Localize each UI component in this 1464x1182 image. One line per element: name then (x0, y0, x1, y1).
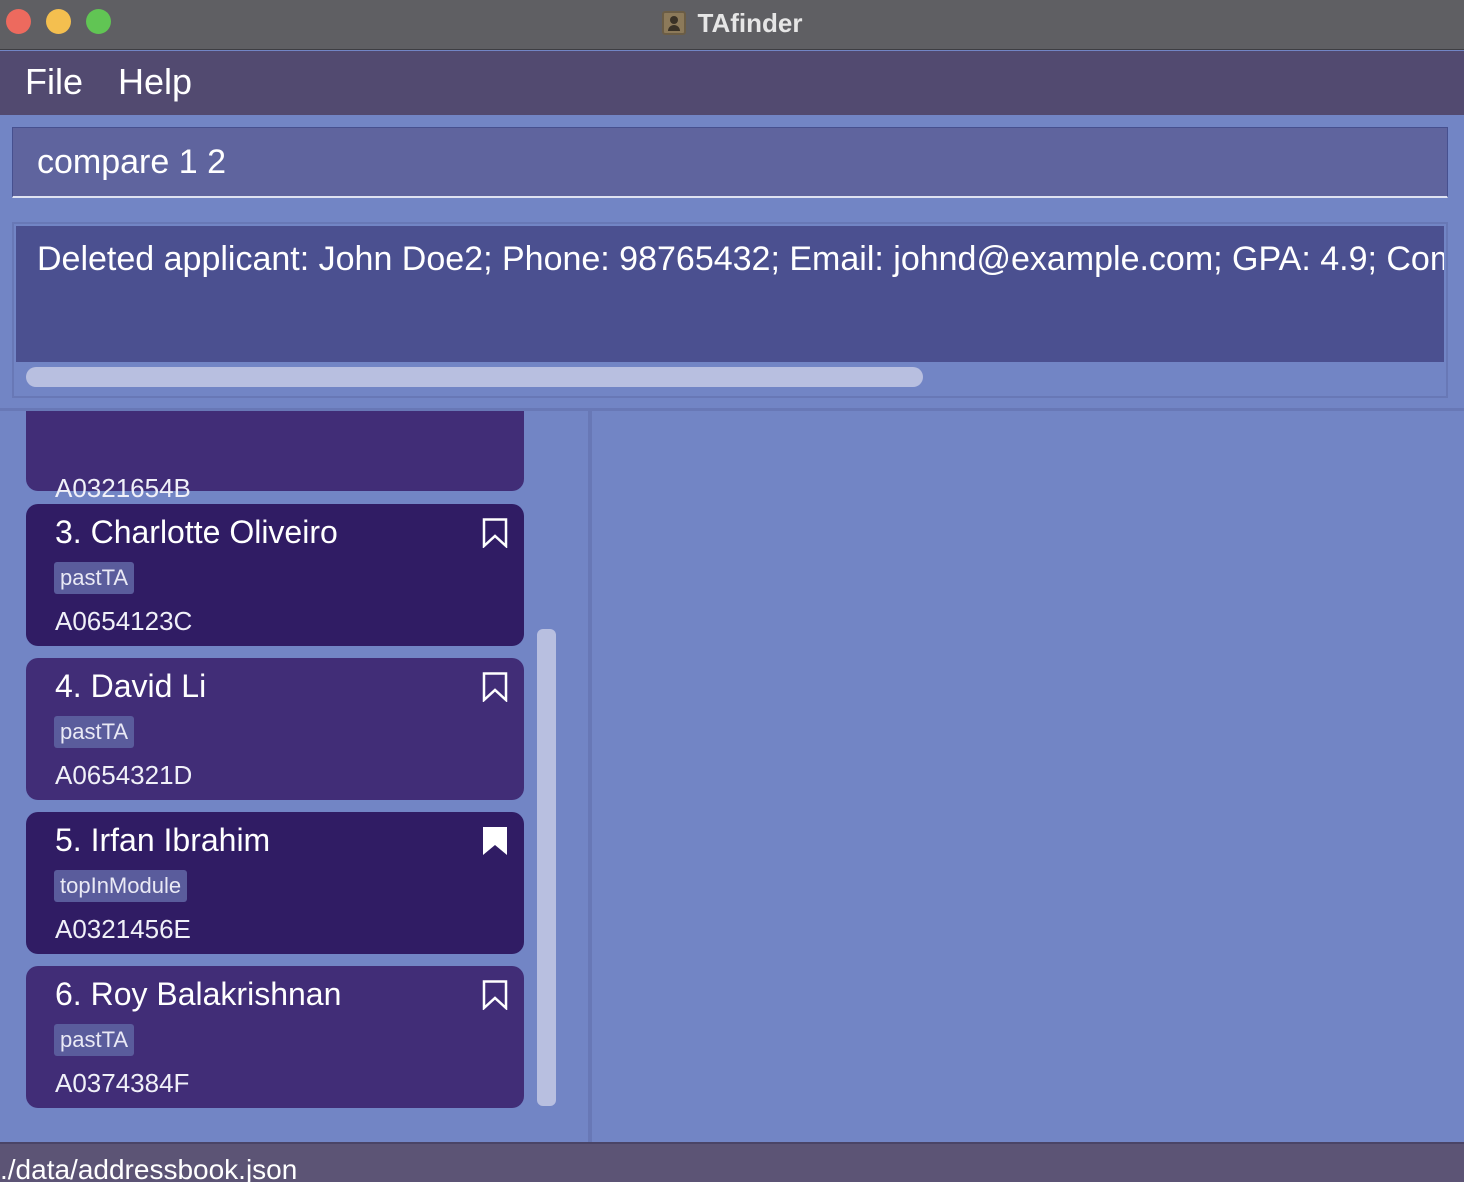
menu-bar: File Help (0, 51, 1464, 115)
status-bar: ./data/addressbook.json (0, 1142, 1464, 1182)
applicant-tag: pastTA (54, 562, 135, 594)
applicant-id: A0321654B (55, 473, 191, 503)
applicant-tag: topInModule (54, 870, 188, 902)
result-horizontal-scrollbar[interactable] (26, 367, 923, 387)
applicant-card[interactable]: 4. David Li pastTA A0654321D (26, 658, 524, 800)
bookmark-outline-icon[interactable] (482, 518, 508, 548)
window-title: TAfinder (697, 8, 803, 38)
bookmark-outline-icon[interactable] (482, 672, 508, 702)
applicant-id: A0654321D (55, 760, 193, 790)
result-text: Deleted applicant: John Doe2; Phone: 987… (37, 240, 1444, 278)
applicant-tag: pastTA (54, 716, 135, 748)
applicant-id: A0654123C (55, 606, 193, 636)
applicant-id: A0374384F (55, 1068, 190, 1098)
applicant-name: 4. David Li (55, 668, 207, 704)
result-display[interactable]: Deleted applicant: John Doe2; Phone: 987… (16, 226, 1444, 362)
result-display-area: Deleted applicant: John Doe2; Phone: 987… (12, 222, 1448, 398)
bookmark-filled-icon[interactable] (482, 826, 508, 856)
applicant-name: 6. Roy Balakrishnan (55, 976, 342, 1012)
applicant-card[interactable]: 5. Irfan Ibrahim topInModule A0321456E (26, 812, 524, 954)
app-contact-icon (661, 11, 686, 35)
command-input[interactable] (12, 127, 1448, 198)
applicant-id: A0321456E (55, 914, 191, 944)
applicant-card[interactable]: 6. Roy Balakrishnan pastTA A0374384F (26, 966, 524, 1108)
applicant-list-panel: A0321654B 3. Charlotte Oliveiro pastTA A… (0, 411, 588, 1142)
data-file-path: ./data/addressbook.json (0, 1154, 298, 1182)
applicant-card[interactable]: A0321654B (26, 411, 524, 503)
comparison-panel (592, 411, 1464, 1142)
title-bar: TAfinder (0, 0, 1464, 50)
menu-help[interactable]: Help (118, 61, 192, 103)
window-title-group: TAfinder (0, 8, 1464, 39)
applicant-tag: pastTA (54, 1024, 135, 1056)
applicant-name: 5. Irfan Ibrahim (55, 822, 271, 858)
applicant-name: 3. Charlotte Oliveiro (55, 514, 338, 550)
command-box-area (0, 115, 1464, 210)
menu-file[interactable]: File (25, 61, 83, 103)
applicant-list-scrollbar[interactable] (537, 629, 556, 1106)
applicant-card[interactable]: 3. Charlotte Oliveiro pastTA A0654123C (26, 504, 524, 646)
bookmark-outline-icon[interactable] (482, 980, 508, 1010)
